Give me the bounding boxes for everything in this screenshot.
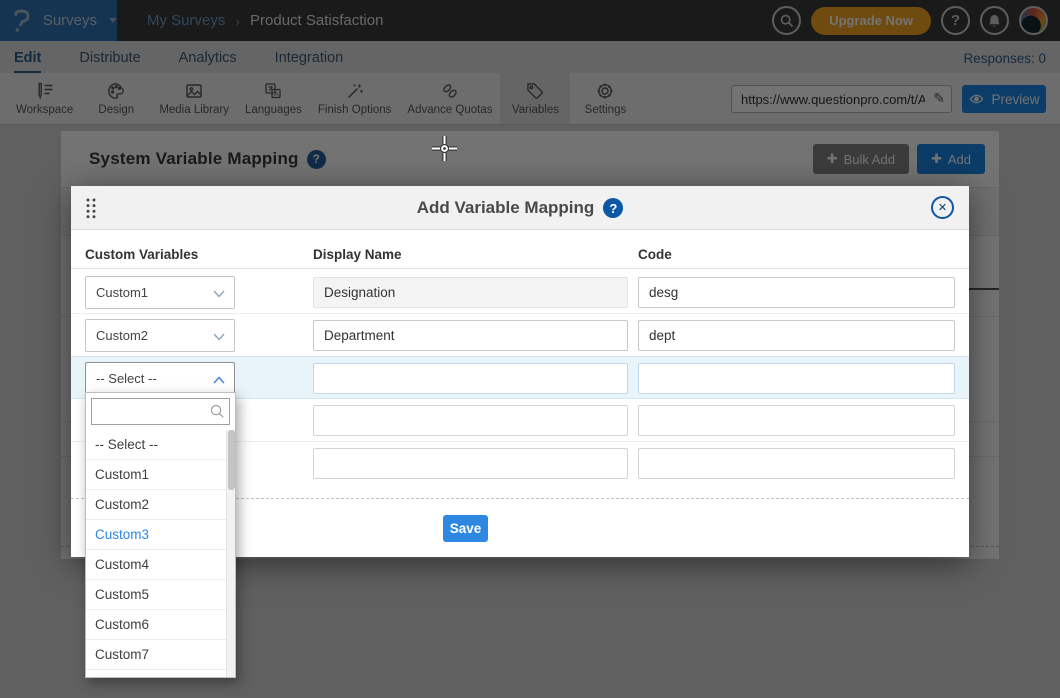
variable-select-value: -- Select -- bbox=[96, 371, 157, 386]
modal-title: Add Variable Mapping bbox=[417, 198, 595, 218]
modal-help-icon[interactable]: ? bbox=[603, 198, 623, 218]
close-icon[interactable]: ✕ bbox=[931, 196, 954, 219]
dropdown-option-custom6[interactable]: Custom6 bbox=[86, 610, 227, 640]
dropdown-option-custom1[interactable]: Custom1 bbox=[86, 460, 227, 490]
dropdown-option-partial[interactable] bbox=[86, 670, 227, 677]
dropdown-option-custom7[interactable]: Custom7 bbox=[86, 640, 227, 670]
dropdown-scrollbar[interactable] bbox=[226, 430, 235, 677]
variable-dropdown-panel: -- Select -- Custom1 Custom2 Custom3 Cus… bbox=[85, 392, 236, 678]
display-name-input-row2[interactable] bbox=[313, 320, 628, 351]
dropdown-option-custom4[interactable]: Custom4 bbox=[86, 550, 227, 580]
dropdown-option-select[interactable]: -- Select -- bbox=[86, 430, 227, 460]
variable-select-row1[interactable]: Custom1 bbox=[85, 276, 235, 309]
scrollbar-thumb[interactable] bbox=[228, 430, 235, 490]
display-name-input-row3[interactable] bbox=[313, 363, 628, 394]
dropdown-option-custom5[interactable]: Custom5 bbox=[86, 580, 227, 610]
code-input-row3[interactable] bbox=[638, 363, 955, 394]
mapping-row-1: Custom1 bbox=[71, 271, 969, 314]
dropdown-options-list: -- Select -- Custom1 Custom2 Custom3 Cus… bbox=[86, 430, 227, 677]
dropdown-search-group bbox=[91, 398, 230, 425]
variable-select-value: Custom1 bbox=[96, 285, 148, 300]
display-name-input-row5[interactable] bbox=[313, 448, 628, 479]
column-header-custom-variables: Custom Variables bbox=[85, 247, 198, 262]
variable-select-value: Custom2 bbox=[96, 328, 148, 343]
code-input-row5[interactable] bbox=[638, 448, 955, 479]
app-root: Surveys My Surveys › Product Satisfactio… bbox=[0, 0, 1060, 698]
chevron-down-icon bbox=[213, 333, 225, 341]
chevron-up-icon bbox=[213, 376, 225, 384]
modal-header: Add Variable Mapping ? ✕ bbox=[71, 186, 969, 230]
code-input-row4[interactable] bbox=[638, 405, 955, 436]
column-header-code: Code bbox=[638, 247, 672, 262]
variable-select-row3-open[interactable]: -- Select -- bbox=[85, 362, 235, 395]
variable-select-row2[interactable]: Custom2 bbox=[85, 319, 235, 352]
magnifier-icon bbox=[209, 403, 225, 419]
column-header-display-name: Display Name bbox=[313, 247, 402, 262]
header-divider bbox=[71, 268, 969, 269]
dropdown-option-custom2[interactable]: Custom2 bbox=[86, 490, 227, 520]
chevron-down-icon bbox=[213, 290, 225, 298]
mapping-row-2: Custom2 bbox=[71, 314, 969, 357]
display-name-input-row1[interactable] bbox=[313, 277, 628, 308]
dropdown-option-custom3-highlighted[interactable]: Custom3 bbox=[86, 520, 227, 550]
code-input-row1[interactable] bbox=[638, 277, 955, 308]
display-name-input-row4[interactable] bbox=[313, 405, 628, 436]
code-input-row2[interactable] bbox=[638, 320, 955, 351]
save-button[interactable]: Save bbox=[443, 515, 488, 542]
